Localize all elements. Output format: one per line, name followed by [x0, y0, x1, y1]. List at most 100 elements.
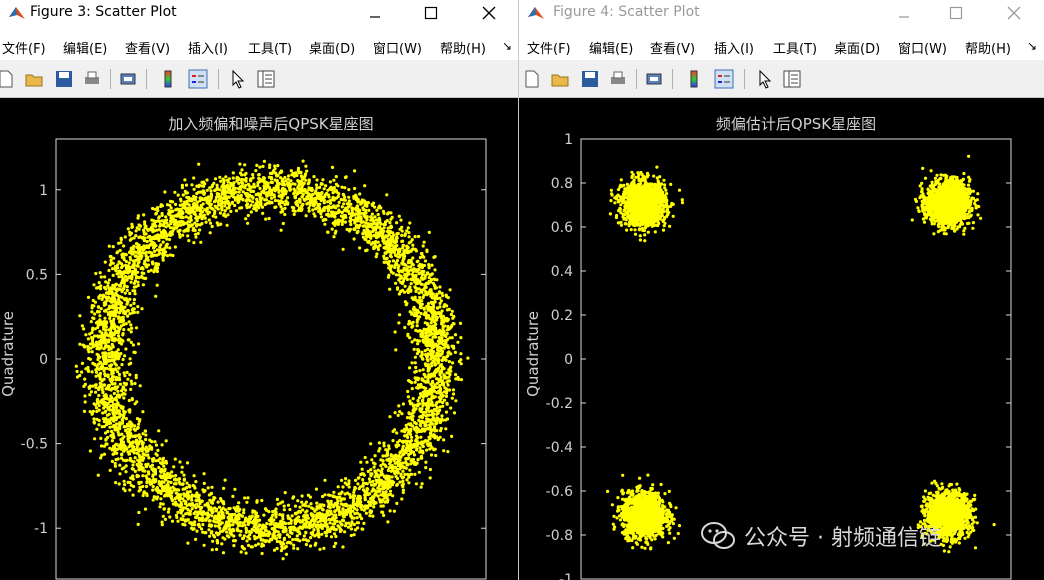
scatter-point — [416, 458, 420, 462]
scatter-point — [125, 370, 129, 374]
scatter-point — [141, 441, 145, 445]
scatter-point — [169, 496, 174, 500]
scatter-point — [123, 274, 128, 279]
scatter-point — [296, 186, 300, 190]
scatter-point — [332, 235, 336, 239]
scatter-point — [148, 438, 152, 442]
scatter-point — [91, 409, 95, 413]
y-axis-label: Quadrature — [0, 311, 17, 397]
scatter-point — [104, 328, 108, 332]
save-icon[interactable] — [54, 69, 74, 89]
menu-desktop[interactable]: 桌面(D) — [309, 38, 355, 57]
scatter-point — [255, 197, 259, 201]
title-bar[interactable]: Figure 3: Scatter Plot — [0, 0, 518, 26]
scatter-point — [359, 505, 363, 509]
scatter-point — [191, 228, 195, 232]
scatter-point — [181, 233, 185, 237]
scatter-point — [257, 176, 261, 180]
close-button[interactable] — [466, 0, 512, 26]
menu-view[interactable]: 查看(V) — [125, 38, 170, 57]
print-icon[interactable] — [82, 69, 102, 89]
scatter-point — [209, 189, 213, 193]
scatter-point — [216, 500, 220, 504]
scatter-point — [137, 422, 141, 426]
scatter-point — [111, 273, 115, 277]
scatter-point — [454, 377, 458, 381]
scatter-point — [438, 285, 442, 289]
scatter-point — [95, 427, 99, 431]
scatter-plot-axes[interactable]: 加入频偏和噪声后QPSK星座图Quadrature-1-0.500.51 — [0, 99, 518, 580]
scatter-point — [133, 289, 137, 293]
scatter-point — [176, 519, 180, 523]
scatter-point — [240, 544, 244, 549]
scatter-point — [123, 374, 127, 378]
scatter-point — [78, 373, 82, 378]
scatter-point — [405, 416, 410, 420]
scatter-point — [341, 192, 345, 196]
legend-icon[interactable] — [188, 69, 208, 89]
scatter-point — [446, 344, 450, 348]
scatter-point — [123, 310, 127, 314]
scatter-point — [183, 494, 187, 498]
pointer-icon[interactable] — [228, 69, 248, 89]
scatter-point — [393, 471, 397, 475]
scatter-point — [179, 197, 183, 201]
scatter-points — [74, 159, 470, 561]
scatter-point — [387, 444, 391, 448]
scatter-point — [451, 388, 456, 392]
colorbar-icon[interactable] — [158, 69, 178, 89]
menu-help[interactable]: 帮助(H) — [440, 38, 486, 57]
open-folder-icon[interactable] — [24, 69, 44, 89]
scatter-point — [393, 428, 397, 432]
scatter-point — [141, 493, 145, 498]
scatter-point — [366, 222, 370, 226]
scatter-point — [105, 420, 110, 424]
scatter-point — [396, 413, 400, 417]
scatter-point — [361, 232, 365, 236]
scatter-point — [291, 538, 295, 542]
scatter-point — [78, 314, 82, 318]
scatter-point — [140, 449, 144, 453]
scatter-point — [421, 244, 425, 248]
scatter-point — [336, 194, 340, 199]
scatter-point — [180, 465, 184, 469]
menu-overflow-icon[interactable]: ↘ — [502, 39, 512, 53]
scatter-point — [110, 324, 114, 328]
scatter-point — [281, 529, 285, 533]
scatter-point — [173, 190, 177, 194]
scatter-point — [210, 514, 214, 518]
menu-file[interactable]: 文件(F) — [2, 38, 46, 57]
property-editor-icon[interactable] — [256, 69, 276, 89]
print-preview-icon[interactable] — [118, 69, 138, 89]
scatter-point — [142, 244, 146, 248]
scatter-point — [103, 372, 107, 376]
minimize-button[interactable] — [352, 0, 398, 26]
scatter-point — [188, 512, 192, 516]
scatter-point — [453, 333, 458, 337]
scatter-point — [426, 359, 430, 363]
scatter-point — [371, 514, 375, 518]
maximize-button[interactable] — [408, 0, 454, 26]
scatter-point — [135, 445, 139, 449]
menu-edit[interactable]: 编辑(E) — [63, 38, 107, 57]
menu-insert[interactable]: 插入(I) — [188, 38, 228, 57]
scatter-point — [332, 178, 336, 182]
scatter-point — [82, 409, 87, 413]
scatter-point — [114, 458, 118, 462]
scatter-point — [129, 246, 133, 250]
menu-tools[interactable]: 工具(T) — [248, 38, 292, 57]
scatter-point — [204, 220, 208, 224]
scatter-point — [370, 216, 374, 220]
new-file-icon[interactable] — [0, 69, 16, 89]
scatter-point — [129, 340, 133, 344]
scatter-point — [105, 403, 109, 407]
scatter-point — [368, 509, 372, 513]
scatter-point — [385, 219, 389, 223]
scatter-point — [292, 187, 296, 191]
scatter-point — [363, 455, 367, 460]
scatter-point — [343, 524, 348, 528]
scatter-point — [256, 183, 260, 188]
scatter-point — [116, 393, 120, 397]
scatter-point — [281, 500, 285, 504]
menu-window[interactable]: 窗口(W) — [373, 38, 422, 57]
